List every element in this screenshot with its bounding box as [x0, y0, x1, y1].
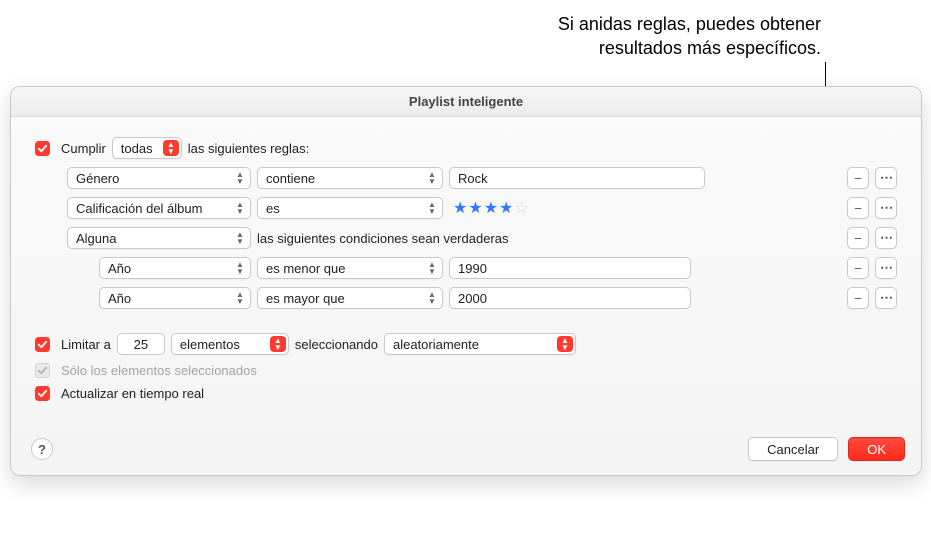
- updown-icon: ▲▼: [424, 170, 440, 186]
- remove-rule-button[interactable]: [847, 227, 869, 249]
- help-button[interactable]: ?: [31, 438, 53, 460]
- match-prefix-label: Cumplir: [61, 141, 106, 156]
- limit-count-field[interactable]: 25: [117, 333, 165, 355]
- updown-icon: ▲▼: [232, 260, 248, 276]
- rule-row: Género ▲▼ contiene ▲▼ Rock: [67, 167, 897, 189]
- limit-prefix-label: Limitar a: [61, 337, 111, 352]
- remove-rule-button[interactable]: [847, 287, 869, 309]
- live-update-row: Actualizar en tiempo real: [35, 386, 897, 401]
- star-icon: ★: [468, 198, 482, 218]
- help-callout: Si anidas reglas, puedes obtener resulta…: [558, 12, 821, 61]
- rule-options-button[interactable]: [875, 167, 897, 189]
- rule-field-popup[interactable]: Calificación del álbum ▲▼: [67, 197, 251, 219]
- updown-icon: ▲▼: [424, 260, 440, 276]
- remove-rule-button[interactable]: [847, 257, 869, 279]
- rule-row: Año ▲▼ es menor que ▲▼ 1990: [99, 257, 897, 279]
- smart-playlist-window: Playlist inteligente Cumplir todas ▲▼ la…: [10, 86, 922, 476]
- limit-unit-popup[interactable]: elementos ▲▼: [171, 333, 289, 355]
- live-update-checkbox[interactable]: [35, 386, 50, 401]
- nested-scope-popup[interactable]: Alguna ▲▼: [67, 227, 251, 249]
- updown-icon: ▲▼: [232, 200, 248, 216]
- rule-operator-popup[interactable]: es ▲▼: [257, 197, 443, 219]
- rule-value-field[interactable]: 1990: [449, 257, 691, 279]
- dialog-footer: ? Cancelar OK: [11, 427, 921, 475]
- star-icon: ★: [499, 198, 513, 218]
- limit-row: Limitar a 25 elementos ▲▼ seleccionando …: [35, 333, 897, 355]
- star-icon: ★: [484, 198, 498, 218]
- rule-options-button[interactable]: [875, 287, 897, 309]
- only-selected-label: Sólo los elementos seleccionados: [61, 363, 257, 378]
- match-suffix-label: las siguientes reglas:: [188, 141, 309, 156]
- star-icon: ★: [453, 198, 467, 218]
- updown-icon: ▲▼: [232, 230, 248, 246]
- match-checkbox[interactable]: [35, 141, 50, 156]
- rule-options-button[interactable]: [875, 227, 897, 249]
- rule-value-field[interactable]: Rock: [449, 167, 705, 189]
- updown-icon: ▲▼: [424, 290, 440, 306]
- rule-options-button[interactable]: [875, 257, 897, 279]
- only-selected-row: Sólo los elementos seleccionados: [35, 363, 897, 378]
- match-row: Cumplir todas ▲▼ las siguientes reglas:: [35, 137, 897, 159]
- rule-operator-popup[interactable]: es mayor que ▲▼: [257, 287, 443, 309]
- window-title: Playlist inteligente: [11, 87, 921, 117]
- limit-middle-label: seleccionando: [295, 337, 378, 352]
- updown-icon: ▲▼: [557, 336, 573, 352]
- updown-icon: ▲▼: [232, 170, 248, 186]
- limit-checkbox[interactable]: [35, 337, 50, 352]
- only-selected-checkbox: [35, 363, 50, 378]
- star-icon: ☆: [514, 198, 528, 218]
- remove-rule-button[interactable]: [847, 197, 869, 219]
- rule-operator-popup[interactable]: contiene ▲▼: [257, 167, 443, 189]
- nested-suffix-label: las siguientes condiciones sean verdader…: [257, 231, 509, 246]
- rule-row: Año ▲▼ es mayor que ▲▼ 2000: [99, 287, 897, 309]
- rule-options-button[interactable]: [875, 197, 897, 219]
- remove-rule-button[interactable]: [847, 167, 869, 189]
- rule-field-popup[interactable]: Género ▲▼: [67, 167, 251, 189]
- updown-icon: ▲▼: [232, 290, 248, 306]
- cancel-button[interactable]: Cancelar: [748, 437, 838, 461]
- rule-row: Calificación del álbum ▲▼ es ▲▼ ★ ★ ★ ★ …: [67, 197, 897, 219]
- updown-icon: ▲▼: [163, 140, 179, 156]
- rule-field-popup[interactable]: Año ▲▼: [99, 287, 251, 309]
- rule-value-field[interactable]: 2000: [449, 287, 691, 309]
- updown-icon: ▲▼: [424, 200, 440, 216]
- ok-button[interactable]: OK: [848, 437, 905, 461]
- limit-method-popup[interactable]: aleatoriamente ▲▼: [384, 333, 576, 355]
- rule-field-popup[interactable]: Año ▲▼: [99, 257, 251, 279]
- rating-stars[interactable]: ★ ★ ★ ★ ☆: [449, 198, 529, 218]
- live-update-label: Actualizar en tiempo real: [61, 386, 204, 401]
- updown-icon: ▲▼: [270, 336, 286, 352]
- match-scope-popup[interactable]: todas ▲▼: [112, 137, 182, 159]
- nested-group-header: Alguna ▲▼ las siguientes condiciones sea…: [67, 227, 897, 249]
- rule-operator-popup[interactable]: es menor que ▲▼: [257, 257, 443, 279]
